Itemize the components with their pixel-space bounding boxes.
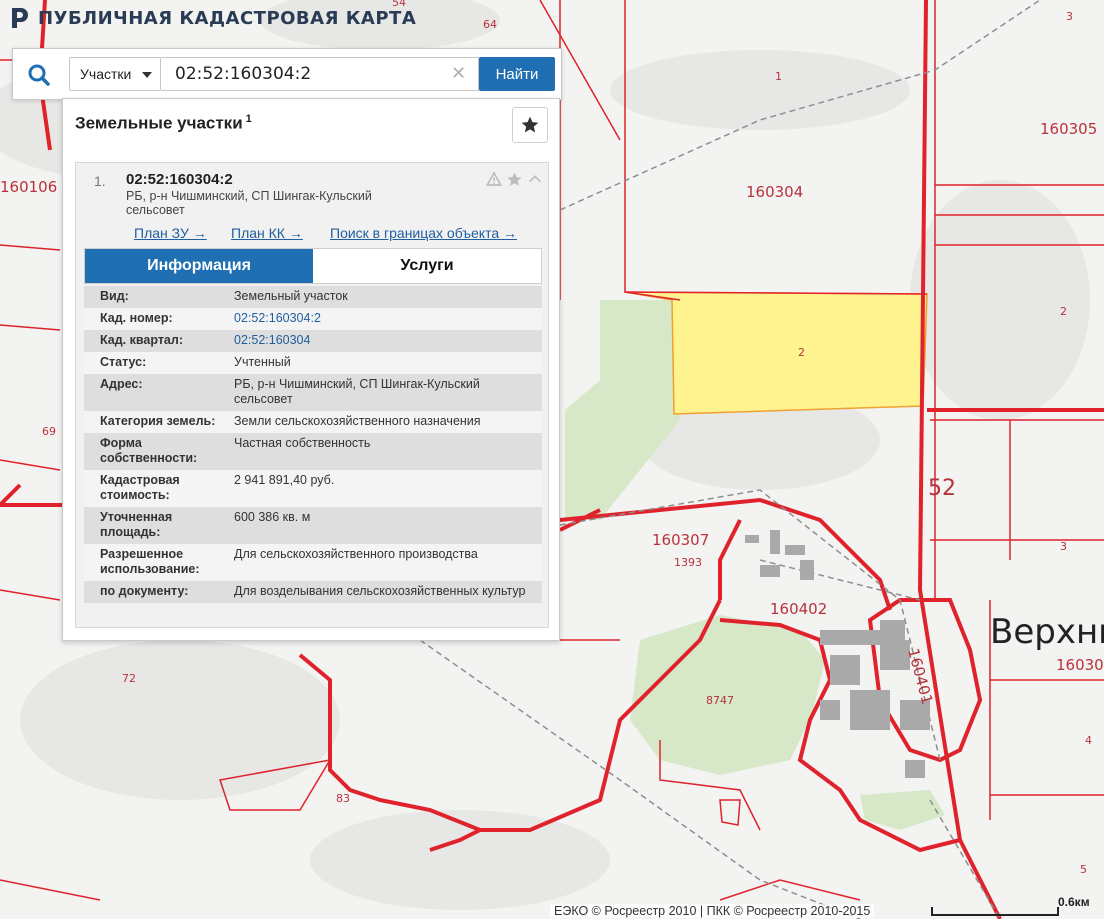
search-type-select[interactable]: Участки	[69, 57, 161, 91]
result-cadastral-id[interactable]: 02:52:160304:2	[126, 171, 233, 188]
info-key: Кад. номер:	[100, 311, 173, 325]
map-label-3: 3	[1066, 10, 1073, 23]
info-row: Форма собственности: Частная собственност…	[84, 433, 542, 470]
scale-bar	[931, 907, 1059, 916]
site-header: ПУБЛИЧНАЯ КАДАСТРОВАЯ КАРТА	[10, 6, 416, 30]
info-row: Кад. номер: 02:52:160304:2	[84, 308, 542, 330]
info-row: Вид: Земельный участок	[84, 286, 542, 308]
results-title: Земельные участки 1	[75, 113, 252, 134]
info-value: РБ, р-н Чишминский, СП Шингак-Кульский с…	[234, 377, 480, 406]
tab-services[interactable]: Услуги	[313, 249, 541, 283]
rosreestr-logo-icon	[12, 8, 28, 28]
info-row: Разрешенное использование: Для сельскохоз…	[84, 544, 542, 581]
star-icon[interactable]	[506, 171, 523, 188]
info-key: Кадастровая стоимость:	[100, 473, 180, 502]
info-value: Земли сельскохозяйственного назначения	[234, 414, 481, 428]
map-label-3b: 3	[1060, 540, 1067, 553]
site-title: ПУБЛИЧНАЯ КАДАСТРОВАЯ КАРТА	[38, 7, 417, 29]
star-icon	[521, 116, 539, 133]
info-value: Для сельскохозяйственного производства	[234, 547, 478, 561]
info-key: Вид:	[100, 289, 129, 303]
map-label-160304: 160304	[746, 183, 803, 201]
info-row: по документу: Для возделывания сельскохоз…	[84, 581, 542, 603]
info-row: Уточненная площадь: 600 386 кв. м	[84, 507, 542, 544]
info-key: Уточненная площадь:	[100, 510, 173, 539]
favorites-button[interactable]	[512, 107, 548, 143]
map-label-160307: 160307	[652, 531, 709, 549]
chevron-up-icon[interactable]	[527, 171, 543, 187]
search-in-bounds-link[interactable]: Поиск в границах объекта →	[330, 225, 517, 241]
search-input[interactable]	[161, 57, 479, 91]
info-key: Кад. квартал:	[100, 333, 183, 347]
scale-label: 0.6км	[1058, 895, 1090, 909]
result-card: 1. 02:52:160304:2 РБ, р-н Чишминский, СП…	[75, 162, 549, 628]
warning-icon[interactable]	[486, 171, 502, 187]
tab-information[interactable]: Информация	[85, 249, 313, 283]
map-label-8747: 8747	[706, 694, 734, 707]
info-key: Разрешенное использование:	[100, 547, 200, 576]
plan-zu-link[interactable]: План ЗУ →	[134, 225, 207, 241]
info-key: Статус:	[100, 355, 147, 369]
results-count: 1	[245, 113, 252, 125]
info-value: 600 386 кв. м	[234, 510, 311, 524]
info-row: Адрес: РБ, р-н Чишминский, СП Шингак-Куль…	[84, 374, 542, 411]
info-value[interactable]: 02:52:160304:2	[234, 311, 542, 326]
map-label-1: 1	[775, 70, 782, 83]
map-label-52: 52	[928, 476, 956, 501]
search-icon[interactable]	[27, 63, 51, 87]
search-button[interactable]: Найти	[479, 57, 555, 91]
info-key: Адрес:	[100, 377, 143, 391]
info-row: Кадастровая стоимость: 2 941 891,40 руб.	[84, 470, 542, 507]
result-tabs: Информация Услуги	[84, 248, 542, 284]
search-bar: Участки ✕ Найти	[12, 48, 562, 100]
clear-icon[interactable]: ✕	[451, 64, 466, 82]
map-label-16030: 16030	[1056, 656, 1104, 674]
info-key: Категория земель:	[100, 414, 216, 428]
results-panel: Земельные участки 1 1. 02:52:160304:2 РБ,…	[62, 98, 560, 641]
plan-kk-link[interactable]: План КК →	[231, 225, 303, 241]
map-label-2-parcel: 2	[798, 346, 805, 359]
info-value: Земельный участок	[234, 289, 348, 303]
info-row: Категория земель: Земли сельскохозяйствен…	[84, 411, 542, 433]
info-key: Форма собственности:	[100, 436, 198, 465]
results-title-text: Земельные участки	[75, 113, 243, 133]
info-value[interactable]: 02:52:160304	[234, 333, 542, 348]
info-key: по документу:	[100, 584, 189, 598]
map-label-4: 4	[1085, 734, 1092, 747]
map-label-83: 83	[336, 792, 350, 805]
map-label-69: 69	[42, 425, 56, 438]
copyright-text: ЕЭКО © Росреестр 2010 | ПКК © Росреестр …	[550, 904, 875, 918]
info-value: Учтенный	[234, 355, 291, 369]
info-value: Для возделывания сельскохозяйственных ку…	[234, 584, 526, 598]
map-label-72: 72	[122, 672, 136, 685]
search-type-label: Участки	[80, 66, 132, 82]
map-label-64: 64	[483, 18, 497, 31]
map-label-1393: 1393	[674, 556, 702, 569]
info-row: Кад. квартал: 02:52:160304	[84, 330, 542, 352]
info-table: Вид: Земельный участок Кад. номер: 02:52:16…	[84, 286, 542, 603]
info-value: 2 941 891,40 руб.	[234, 473, 335, 487]
map-label-5: 5	[1080, 863, 1087, 876]
info-row: Статус: Учтенный	[84, 352, 542, 374]
map-label-town: Верхни	[990, 612, 1104, 652]
info-value: Частная собственность	[234, 436, 371, 450]
result-address: РБ, р-н Чишминский, СП Шингак-Кульский с…	[126, 189, 372, 217]
map-label-2: 2	[1060, 305, 1067, 318]
result-actions	[486, 171, 543, 188]
map-label-160305: 160305	[1040, 120, 1097, 138]
chevron-down-icon	[142, 72, 152, 78]
result-number: 1.	[94, 173, 106, 189]
map-label-160402: 160402	[770, 600, 827, 618]
map-label-160106: 160106	[0, 178, 57, 196]
